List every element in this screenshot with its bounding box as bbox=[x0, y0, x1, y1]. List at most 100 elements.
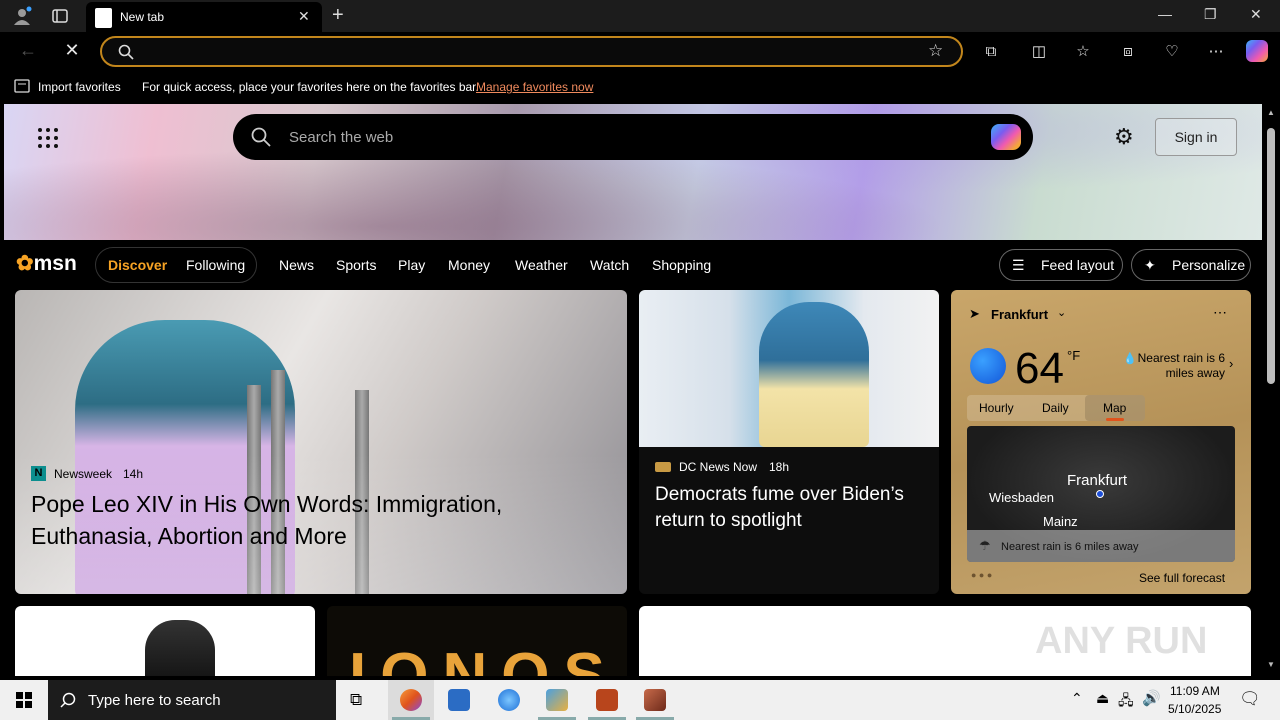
taskbar-app-5[interactable] bbox=[584, 680, 630, 720]
map-label-mainz: Mainz bbox=[1043, 514, 1078, 529]
tab-map[interactable]: Map bbox=[1103, 401, 1126, 415]
favorites-icon[interactable]: ☆ bbox=[1073, 42, 1093, 62]
search-placeholder[interactable]: Search the web bbox=[289, 129, 393, 146]
profile-icon[interactable] bbox=[12, 6, 32, 26]
taskbar-file-explorer[interactable] bbox=[436, 680, 482, 720]
volume-icon[interactable]: 🔊 bbox=[1142, 689, 1161, 707]
story-image bbox=[145, 620, 215, 676]
manage-favorites-link[interactable]: Manage favorites now bbox=[476, 80, 593, 94]
map-rain-text[interactable]: Nearest rain is 6 miles away bbox=[1001, 541, 1139, 553]
page-scrollbar[interactable]: ▲ ▼ bbox=[1262, 104, 1280, 676]
tab-hourly[interactable]: Hourly bbox=[979, 401, 1014, 415]
taskbar-app-6[interactable] bbox=[632, 680, 678, 720]
extensions-icon[interactable]: ⧉ bbox=[981, 42, 1001, 62]
more-options-icon[interactable]: ⋯ bbox=[1213, 304, 1227, 321]
web-search-box[interactable]: Search the web bbox=[233, 114, 1033, 160]
weather-card[interactable]: ➤ Frankfurt ⌄ ⋯ 64 °F 💧 Nearest rain is … bbox=[951, 290, 1251, 594]
chevron-right-icon[interactable]: › bbox=[1229, 356, 1233, 371]
ad-card-ionos[interactable]: IONOS bbox=[327, 606, 627, 676]
tab-actions-icon[interactable] bbox=[52, 8, 68, 24]
personalize-label: Personalize bbox=[1172, 257, 1246, 273]
story-headline[interactable]: Pope Leo XIV in His Own Words: Immigrati… bbox=[31, 488, 591, 552]
task-view-icon[interactable]: ⧉ bbox=[350, 690, 362, 710]
new-tab-button[interactable]: + bbox=[332, 4, 344, 27]
scroll-thumb[interactable] bbox=[1267, 128, 1275, 384]
taskbar-search-placeholder[interactable]: Type here to search bbox=[88, 692, 221, 709]
minimize-button[interactable]: — bbox=[1158, 6, 1172, 22]
news-card-lower-3[interactable]: ANY RUN bbox=[639, 606, 1251, 676]
msn-logo[interactable]: ✿msn bbox=[16, 251, 77, 276]
butterfly-icon: ✿ bbox=[16, 252, 34, 275]
msn-logo-text: msn bbox=[33, 252, 77, 275]
app-icon bbox=[546, 689, 568, 711]
network-icon[interactable]: 🖧 bbox=[1118, 690, 1134, 714]
favorite-star-icon[interactable]: ☆ bbox=[928, 41, 943, 61]
start-button[interactable] bbox=[0, 680, 48, 720]
nearest-rain-text[interactable]: Nearest rain is 6 miles away bbox=[1133, 351, 1225, 381]
sign-in-button[interactable]: Sign in bbox=[1155, 118, 1237, 156]
search-icon bbox=[60, 692, 76, 708]
usb-icon[interactable]: ⏏ bbox=[1096, 690, 1109, 707]
tab-discover[interactable]: Discover bbox=[108, 257, 167, 273]
nav-news[interactable]: News bbox=[279, 257, 314, 273]
weather-map[interactable]: Frankfurt Wiesbaden Mainz ☂ Nearest rain… bbox=[967, 426, 1235, 562]
nav-sports[interactable]: Sports bbox=[336, 257, 376, 273]
tab-following[interactable]: Following bbox=[186, 257, 245, 273]
collections-icon[interactable]: ⧈ bbox=[1118, 42, 1138, 62]
split-screen-icon[interactable]: ◫ bbox=[1029, 42, 1049, 62]
nav-weather[interactable]: Weather bbox=[515, 257, 568, 273]
copilot-icon[interactable] bbox=[991, 124, 1021, 150]
taskbar-firefox[interactable] bbox=[486, 680, 532, 720]
performance-icon[interactable]: ♡ bbox=[1162, 42, 1182, 62]
see-full-forecast-link[interactable]: See full forecast bbox=[1139, 571, 1225, 585]
clock-date[interactable]: 5/10/2025 bbox=[1168, 702, 1221, 716]
umbrella-icon: ☂ bbox=[979, 538, 991, 553]
edge-icon bbox=[400, 689, 422, 711]
weather-city[interactable]: Frankfurt bbox=[991, 307, 1048, 322]
copilot-icon[interactable] bbox=[1246, 40, 1268, 62]
anyrun-watermark: ANY RUN bbox=[1035, 620, 1208, 662]
chevron-up-icon[interactable]: ⌃ bbox=[1071, 690, 1083, 707]
search-icon bbox=[118, 44, 134, 60]
taskbar-search[interactable]: Type here to search bbox=[48, 680, 336, 720]
msn-page: Search the web ⚙ Sign in ✿msn Discover F… bbox=[4, 104, 1262, 676]
nav-play[interactable]: Play bbox=[398, 257, 425, 273]
back-icon[interactable]: ← bbox=[18, 40, 38, 60]
notifications-icon[interactable]: 🗨 bbox=[1239, 689, 1261, 709]
stop-loading-icon[interactable]: ✕ bbox=[62, 40, 82, 60]
nav-shopping[interactable]: Shopping bbox=[652, 257, 711, 273]
close-tab-icon[interactable]: ✕ bbox=[298, 8, 310, 25]
story-headline[interactable]: Democrats fume over Biden’s return to sp… bbox=[655, 482, 930, 534]
address-bar[interactable]: ☆ bbox=[100, 36, 963, 67]
settings-gear-icon[interactable]: ⚙ bbox=[1114, 124, 1134, 150]
firefox-icon bbox=[498, 689, 520, 711]
taskbar-edge[interactable] bbox=[388, 680, 434, 720]
feed-layout-button[interactable]: ☰ Feed layout bbox=[999, 249, 1123, 281]
import-favorites-link[interactable]: Import favorites bbox=[38, 80, 121, 94]
restore-button[interactable]: ❐ bbox=[1204, 6, 1217, 23]
nav-watch[interactable]: Watch bbox=[590, 257, 629, 273]
tab-daily[interactable]: Daily bbox=[1042, 401, 1069, 415]
clock-time[interactable]: 11:09 AM bbox=[1170, 684, 1220, 698]
news-card-main[interactable]: N Newsweek 14h Pope Leo XIV in His Own W… bbox=[15, 290, 627, 594]
scroll-up-icon[interactable]: ▲ bbox=[1267, 108, 1275, 117]
scroll-down-icon[interactable]: ▼ bbox=[1267, 660, 1275, 669]
taskbar-app-4[interactable] bbox=[534, 680, 580, 720]
import-icon[interactable] bbox=[14, 79, 30, 93]
nav-money[interactable]: Money bbox=[448, 257, 490, 273]
ionos-brand: IONOS bbox=[349, 641, 619, 676]
tab-new-tab[interactable]: New tab ✕ bbox=[86, 2, 322, 32]
apps-grid-icon[interactable] bbox=[38, 128, 58, 148]
chevron-down-icon[interactable]: ⌄ bbox=[1057, 306, 1066, 319]
carousel-dots[interactable]: ● ● ● bbox=[971, 570, 992, 580]
weather-condition-icon bbox=[970, 348, 1006, 384]
taskbar: Type here to search ⧉ ⌃ ⏏ 🖧 🔊 11:09 AM 5… bbox=[0, 680, 1280, 720]
news-card-second[interactable]: DC News Now 18h Democrats fume over Bide… bbox=[639, 290, 939, 594]
map-label-frankfurt: Frankfurt bbox=[1067, 472, 1128, 489]
story-image-figure bbox=[759, 302, 869, 447]
personalize-button[interactable]: ✦ Personalize bbox=[1131, 249, 1251, 281]
news-card-lower-1[interactable] bbox=[15, 606, 315, 676]
more-menu-icon[interactable]: ⋯ bbox=[1206, 42, 1226, 62]
location-arrow-icon: ➤ bbox=[969, 306, 980, 321]
close-window-button[interactable]: ✕ bbox=[1250, 6, 1262, 23]
